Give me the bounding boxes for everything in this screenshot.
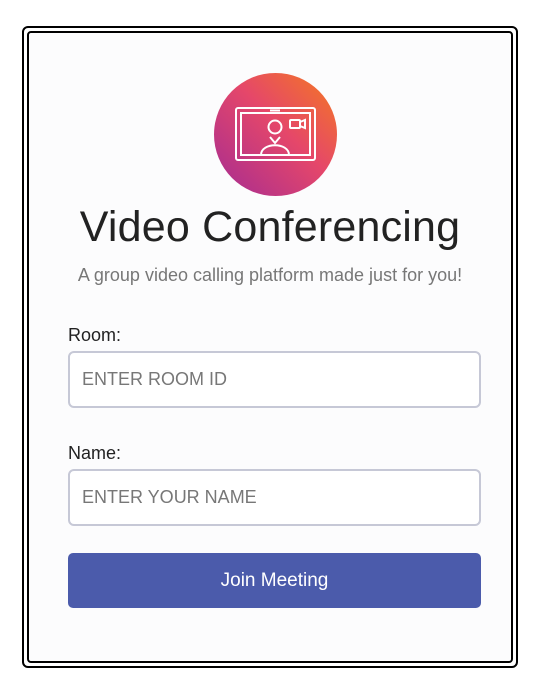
join-meeting-button[interactable]: Join Meeting	[68, 553, 481, 608]
room-id-input[interactable]	[68, 351, 481, 408]
join-card-body: Video Conferencing A group video calling…	[27, 31, 513, 663]
name-label: Name:	[68, 443, 122, 463]
page-title: Video Conferencing	[79, 203, 461, 251]
app-logo	[214, 73, 337, 196]
join-card: Video Conferencing A group video calling…	[22, 26, 518, 668]
room-label: Room:	[68, 325, 122, 345]
video-call-icon	[235, 107, 316, 161]
page-subtitle: A group video calling platform made just…	[77, 265, 463, 285]
name-input[interactable]	[68, 469, 481, 526]
